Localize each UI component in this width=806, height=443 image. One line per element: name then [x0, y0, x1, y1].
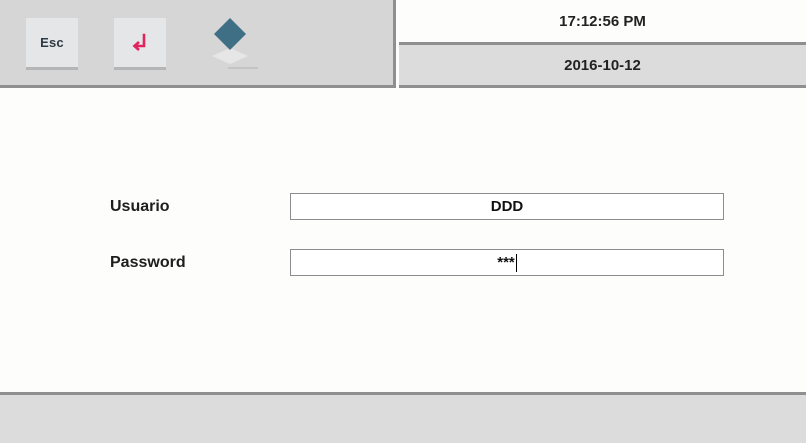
- clock-panel: 17:12:56 PM 2016-10-12: [399, 0, 806, 88]
- password-field[interactable]: ***: [290, 249, 724, 276]
- toolbar: Esc: [0, 0, 396, 88]
- enter-arrow-icon: [132, 33, 146, 51]
- esc-button[interactable]: Esc: [26, 18, 78, 70]
- password-label: Password: [110, 254, 186, 271]
- status-bar: [0, 395, 806, 443]
- username-field[interactable]: DDD: [290, 193, 724, 220]
- username-value: DDD: [490, 198, 524, 215]
- enter-button[interactable]: [114, 18, 166, 70]
- login-screen: Esc 17:12:56 PM 2016-10-12 Usuario DDD P…: [0, 0, 806, 443]
- diamond-button[interactable]: [202, 14, 258, 72]
- time-display: 17:12:56 PM: [399, 0, 806, 42]
- date-display: 2016-10-12: [399, 45, 806, 85]
- password-value: ***: [497, 254, 515, 271]
- clock-bottom-border: [399, 85, 806, 88]
- username-label: Usuario: [110, 198, 170, 215]
- esc-label: Esc: [40, 35, 64, 50]
- text-caret: [515, 253, 517, 272]
- diamond-icon: [212, 18, 258, 69]
